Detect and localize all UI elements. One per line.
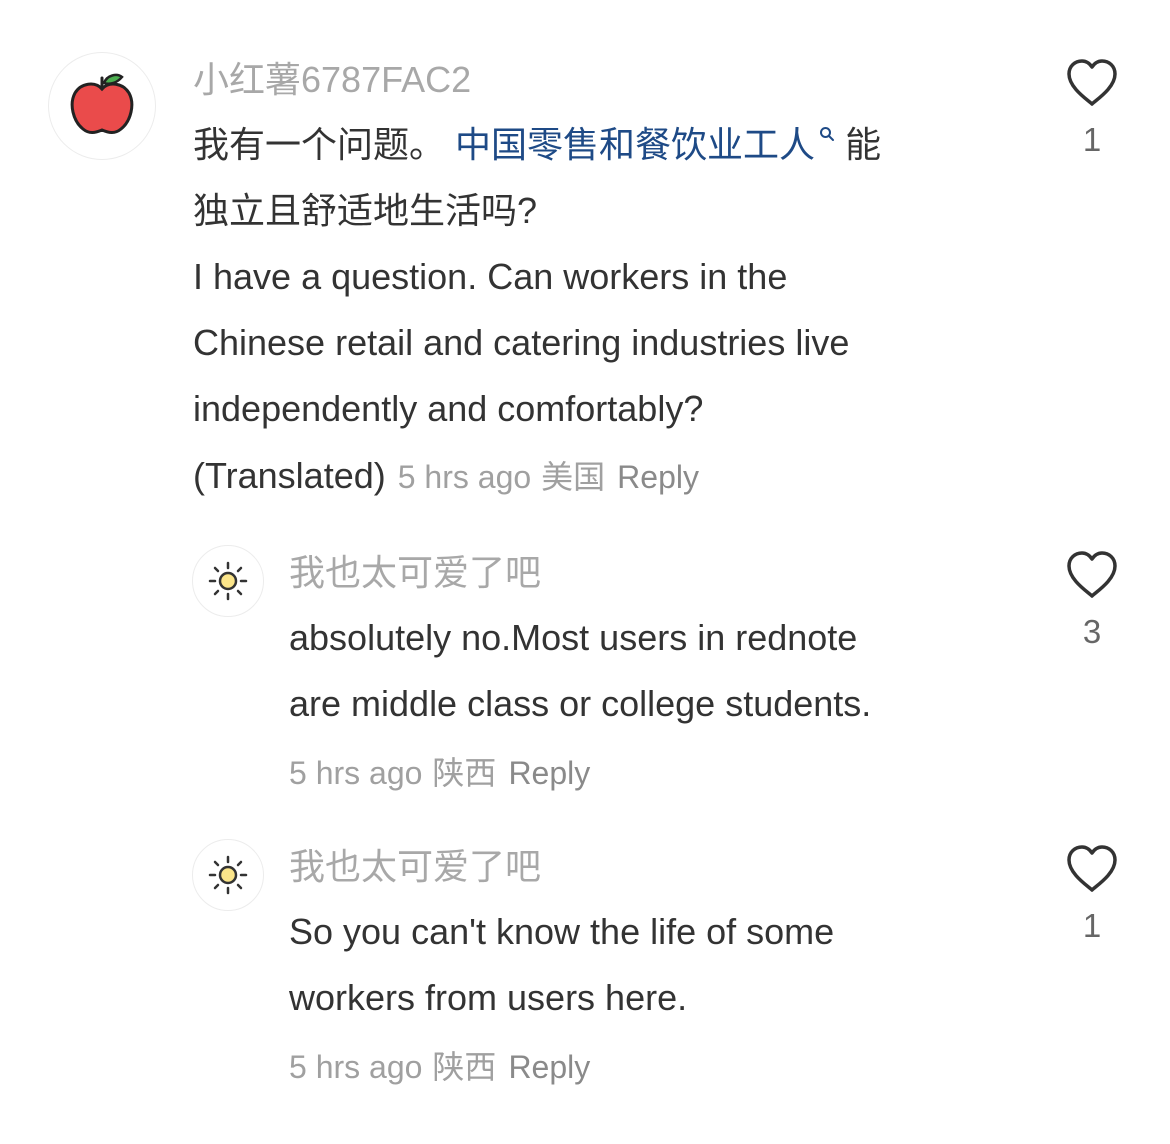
comment-text-cn-prefix: 我有一个问题。 bbox=[193, 124, 446, 165]
apple-icon bbox=[70, 73, 134, 134]
like-button[interactable]: 3 bbox=[1052, 550, 1132, 652]
comment-location: 美国 bbox=[541, 459, 606, 495]
reply-button[interactable]: Reply bbox=[508, 1049, 590, 1085]
translated-label: (Translated) bbox=[193, 455, 386, 496]
comment-text-line2: workers from users here. bbox=[289, 977, 688, 1018]
avatar[interactable] bbox=[192, 839, 264, 911]
like-button[interactable]: 1 bbox=[1052, 58, 1132, 160]
comment-text-en-line2: Chinese retail and catering industries l… bbox=[193, 322, 850, 363]
comment-text-line2: are middle class or college students. bbox=[289, 683, 872, 724]
comment-location: 陕西 bbox=[432, 1049, 497, 1085]
sun-icon bbox=[208, 855, 248, 895]
search-icon bbox=[820, 127, 835, 141]
heart-icon bbox=[1067, 551, 1117, 598]
reply-button[interactable]: Reply bbox=[617, 459, 699, 495]
comment-username[interactable]: 我也太可爱了吧 bbox=[289, 845, 541, 889]
comment-meta: 5 hrs ago 陕西 Reply bbox=[289, 1047, 590, 1087]
comment-text-cn-suffix: 能 bbox=[845, 124, 882, 165]
comment-username[interactable]: 小红薯6787FAC2 bbox=[193, 58, 471, 102]
comment-meta: 5 hrs ago 陕西 Reply bbox=[289, 753, 590, 793]
comment-time: 5 hrs ago bbox=[289, 1049, 423, 1085]
like-count: 1 bbox=[1082, 907, 1102, 944]
comment-time: 5 hrs ago bbox=[397, 459, 532, 495]
comment-text-cn-line2: 独立且舒适地生活吗? bbox=[193, 190, 538, 231]
comment-text: So you can't know the life of some worke… bbox=[289, 899, 834, 1031]
reply-button[interactable]: Reply bbox=[508, 755, 590, 791]
comment-meta: (Translated) 5 hrs ago 美国 Reply bbox=[193, 456, 699, 497]
comment-location: 陕西 bbox=[432, 755, 497, 791]
like-count: 3 bbox=[1082, 613, 1102, 650]
like-button[interactable]: 1 bbox=[1052, 844, 1132, 946]
heart-icon bbox=[1067, 845, 1117, 892]
comment-text-line1: absolutely no.Most users in rednote bbox=[289, 617, 858, 658]
comment-text-line1: So you can't know the life of some bbox=[289, 911, 835, 952]
avatar[interactable] bbox=[192, 545, 264, 617]
comment-text-en-line3: independently and comfortably? bbox=[193, 388, 704, 429]
avatar[interactable] bbox=[48, 52, 156, 160]
comment-username[interactable]: 我也太可爱了吧 bbox=[289, 551, 541, 595]
heart-icon bbox=[1067, 59, 1117, 106]
like-count: 1 bbox=[1082, 121, 1102, 158]
comment-time: 5 hrs ago bbox=[289, 755, 423, 791]
sun-icon bbox=[208, 561, 248, 601]
topic-tag-label[interactable]: 中国零售和餐饮业工人 bbox=[455, 124, 815, 165]
comment-text: absolutely no.Most users in rednote are … bbox=[289, 605, 871, 737]
comment-text: 我有一个问题。 中国零售和餐饮业工人 能 独立且舒适地生活吗? I have a… bbox=[193, 112, 881, 442]
comment-text-en-line1: I have a question. Can workers in the bbox=[193, 256, 788, 297]
topic-tag-link[interactable]: 中国零售和餐饮业工人 bbox=[455, 124, 835, 165]
